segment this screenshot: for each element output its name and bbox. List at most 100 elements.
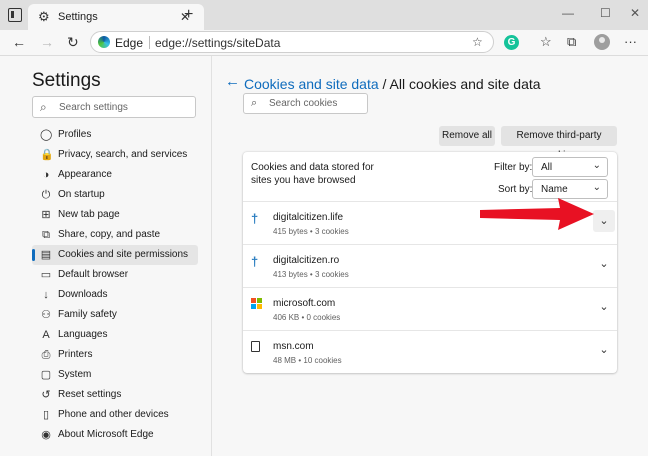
card-description: Cookies and data stored for sites you ha… bbox=[251, 162, 374, 186]
maximize-icon[interactable]: ☐ bbox=[600, 6, 611, 20]
sidebar-item-label: New tab page bbox=[58, 209, 120, 220]
sidebar-item-phone-and-other-devices[interactable]: ▯ Phone and other devices bbox=[32, 405, 198, 425]
sidebar-item-label: Reset settings bbox=[58, 389, 122, 400]
sidebar-item-printers[interactable]: ⎙ Printers bbox=[32, 345, 198, 365]
sidebar-item-on-startup[interactable]: ⏻ On startup bbox=[32, 185, 198, 205]
site-name: digitalcitizen.life bbox=[273, 212, 344, 223]
search-cookies-input[interactable] bbox=[269, 98, 364, 109]
site-name: msn.com bbox=[273, 341, 314, 352]
sidebar-item-label: On startup bbox=[58, 189, 105, 200]
printer-icon: ⎙ bbox=[41, 349, 51, 361]
sidebar-item-label: Default browser bbox=[58, 269, 129, 280]
breadcrumb-link[interactable]: Cookies and site data bbox=[244, 76, 379, 92]
page-title: Cookies and site data / All cookies and … bbox=[244, 76, 541, 92]
sidebar-item-privacy-search-and-services[interactable]: 🔒 Privacy, search, and services bbox=[32, 145, 198, 165]
chevron-down-icon[interactable]: ⌄ bbox=[593, 253, 615, 275]
profile-avatar[interactable] bbox=[594, 34, 610, 50]
download-icon: ↓ bbox=[43, 289, 49, 301]
site-name: digitalcitizen.ro bbox=[273, 255, 340, 266]
tab-actions-icon[interactable] bbox=[8, 8, 22, 22]
tab-settings[interactable]: ⚙ Settings ✕ bbox=[28, 4, 204, 30]
annotation-arrow bbox=[480, 198, 594, 230]
address-bar[interactable]: Edge edge://settings/siteData ☆ bbox=[90, 31, 494, 53]
sidebar-item-label: Phone and other devices bbox=[58, 409, 169, 420]
sidebar-item-downloads[interactable]: ↓ Downloads bbox=[32, 285, 198, 305]
site-permissions-icon: ▤ bbox=[40, 249, 52, 261]
sidebar-item-default-browser[interactable]: ▭ Default browser bbox=[32, 265, 198, 285]
languages-icon: A bbox=[42, 329, 50, 341]
sidebar-item-label: System bbox=[58, 369, 92, 380]
sidebar-item-share-copy-and-paste[interactable]: ⧉ Share, copy, and paste bbox=[32, 225, 198, 245]
sidebar-item-label: Downloads bbox=[58, 289, 108, 300]
back-arrow-icon[interactable]: ← bbox=[12, 34, 26, 50]
file-icon bbox=[251, 341, 261, 353]
edge-icon: ◉ bbox=[41, 429, 51, 441]
site-row[interactable]: microsoft.com 406 KB • 0 cookies ⌄ bbox=[243, 287, 617, 330]
sidebar-item-label: Printers bbox=[58, 349, 93, 360]
forward-arrow-icon[interactable]: → bbox=[40, 34, 54, 50]
address-separator bbox=[149, 36, 150, 49]
sidebar-item-appearance[interactable]: ◑ Appearance bbox=[32, 165, 198, 185]
site-meta: 413 bytes • 3 cookies bbox=[273, 270, 349, 279]
sidebar-item-cookies-and-site-permissions[interactable]: ▤ Cookies and site permissions bbox=[32, 245, 198, 265]
tab-title: Settings bbox=[58, 11, 98, 23]
settings-nav: ◯ Profiles 🔒 Privacy, search, and services ◑… bbox=[32, 125, 198, 445]
sidebar-item-label: Appearance bbox=[58, 169, 112, 180]
sidebar-item-label: Cookies and site permissions bbox=[58, 249, 189, 260]
chevron-down-icon: ⌄ bbox=[592, 160, 601, 171]
refresh-icon[interactable]: ↻ bbox=[67, 34, 79, 50]
sidebar-item-label: Languages bbox=[58, 329, 108, 340]
sidebar-item-profiles[interactable]: ◯ Profiles bbox=[32, 125, 198, 145]
url-text[interactable]: edge://settings/siteData bbox=[155, 36, 280, 50]
minimize-icon[interactable]: — bbox=[562, 6, 574, 20]
add-favorite-icon[interactable]: ☆ bbox=[472, 35, 483, 49]
breadcrumb-current: All cookies and site data bbox=[389, 76, 541, 92]
sort-value: Name bbox=[541, 184, 568, 195]
chevron-down-icon[interactable]: ⌄ bbox=[593, 296, 615, 318]
site-data-card: Cookies and data stored for sites you ha… bbox=[243, 152, 617, 373]
collections-icon[interactable]: ⧉ bbox=[567, 34, 576, 50]
chevron-down-icon[interactable]: ⌄ bbox=[593, 210, 615, 232]
sidebar-item-reset-settings[interactable]: ↺ Reset settings bbox=[32, 385, 198, 405]
sidebar-item-label: Share, copy, and paste bbox=[58, 229, 161, 240]
system-icon: ▢ bbox=[40, 369, 52, 381]
search-settings-box[interactable]: ⌕ bbox=[32, 96, 196, 118]
chevron-down-icon[interactable]: ⌄ bbox=[593, 339, 615, 361]
remove-third-party-button[interactable]: Remove third-party cookies bbox=[501, 126, 617, 161]
site-row[interactable]: msn.com 48 MB • 10 cookies ⌄ bbox=[243, 330, 617, 373]
search-settings-input[interactable] bbox=[59, 100, 191, 114]
tab-strip: ⚙ Settings ✕ + — ☐ ✕ bbox=[0, 0, 648, 30]
filter-select[interactable]: All ⌄ bbox=[532, 157, 608, 177]
site-meta: 415 bytes • 3 cookies bbox=[273, 227, 349, 236]
family-icon: ⚇ bbox=[41, 309, 51, 321]
chevron-down-icon: ⌄ bbox=[592, 182, 601, 193]
sidebar-item-label: About Microsoft Edge bbox=[58, 429, 154, 440]
remove-all-button[interactable]: Remove all bbox=[439, 126, 495, 146]
sidebar-item-new-tab-page[interactable]: ⊞ New tab page bbox=[32, 205, 198, 225]
new-tab-icon: ⊞ bbox=[41, 209, 51, 221]
search-cookies-box[interactable]: ⌕ bbox=[243, 93, 368, 114]
browser-toolbar: ← → ↻ Edge edge://settings/siteData ☆ G … bbox=[0, 30, 648, 56]
sidebar-item-about-microsoft-edge[interactable]: ◉ About Microsoft Edge bbox=[32, 425, 198, 445]
back-arrow-icon[interactable]: ← bbox=[225, 74, 240, 90]
sidebar-item-system[interactable]: ▢ System bbox=[32, 365, 198, 385]
edge-logo-icon bbox=[98, 36, 110, 48]
grammarly-extension-icon[interactable]: G bbox=[504, 35, 519, 50]
search-icon: ⌕ bbox=[251, 97, 258, 109]
browser-name: Edge bbox=[115, 36, 144, 50]
lock-icon: 🔒 bbox=[40, 149, 54, 161]
close-window-icon[interactable]: ✕ bbox=[630, 6, 640, 20]
main-content: ← Cookies and site data / All cookies an… bbox=[213, 56, 648, 456]
sidebar-item-languages[interactable]: A Languages bbox=[32, 325, 198, 345]
site-row[interactable]: † digitalcitizen.ro 413 bytes • 3 cookies ⌄ bbox=[243, 244, 617, 287]
breadcrumb-separator: / bbox=[378, 76, 390, 92]
favorites-icon[interactable]: ☆ bbox=[540, 34, 552, 50]
settings-sidebar: Settings ⌕ ◯ Profiles 🔒 Privacy, search, an… bbox=[16, 56, 212, 456]
default-browser-icon: ▭ bbox=[40, 269, 52, 281]
share-icon: ⧉ bbox=[42, 229, 50, 241]
phone-icon: ▯ bbox=[42, 409, 50, 421]
new-tab-icon[interactable]: + bbox=[184, 7, 193, 23]
digitalcitizen-icon: † bbox=[251, 211, 259, 226]
sidebar-item-family-safety[interactable]: ⚇ Family safety bbox=[32, 305, 198, 325]
more-menu-icon[interactable]: ··· bbox=[624, 34, 637, 49]
